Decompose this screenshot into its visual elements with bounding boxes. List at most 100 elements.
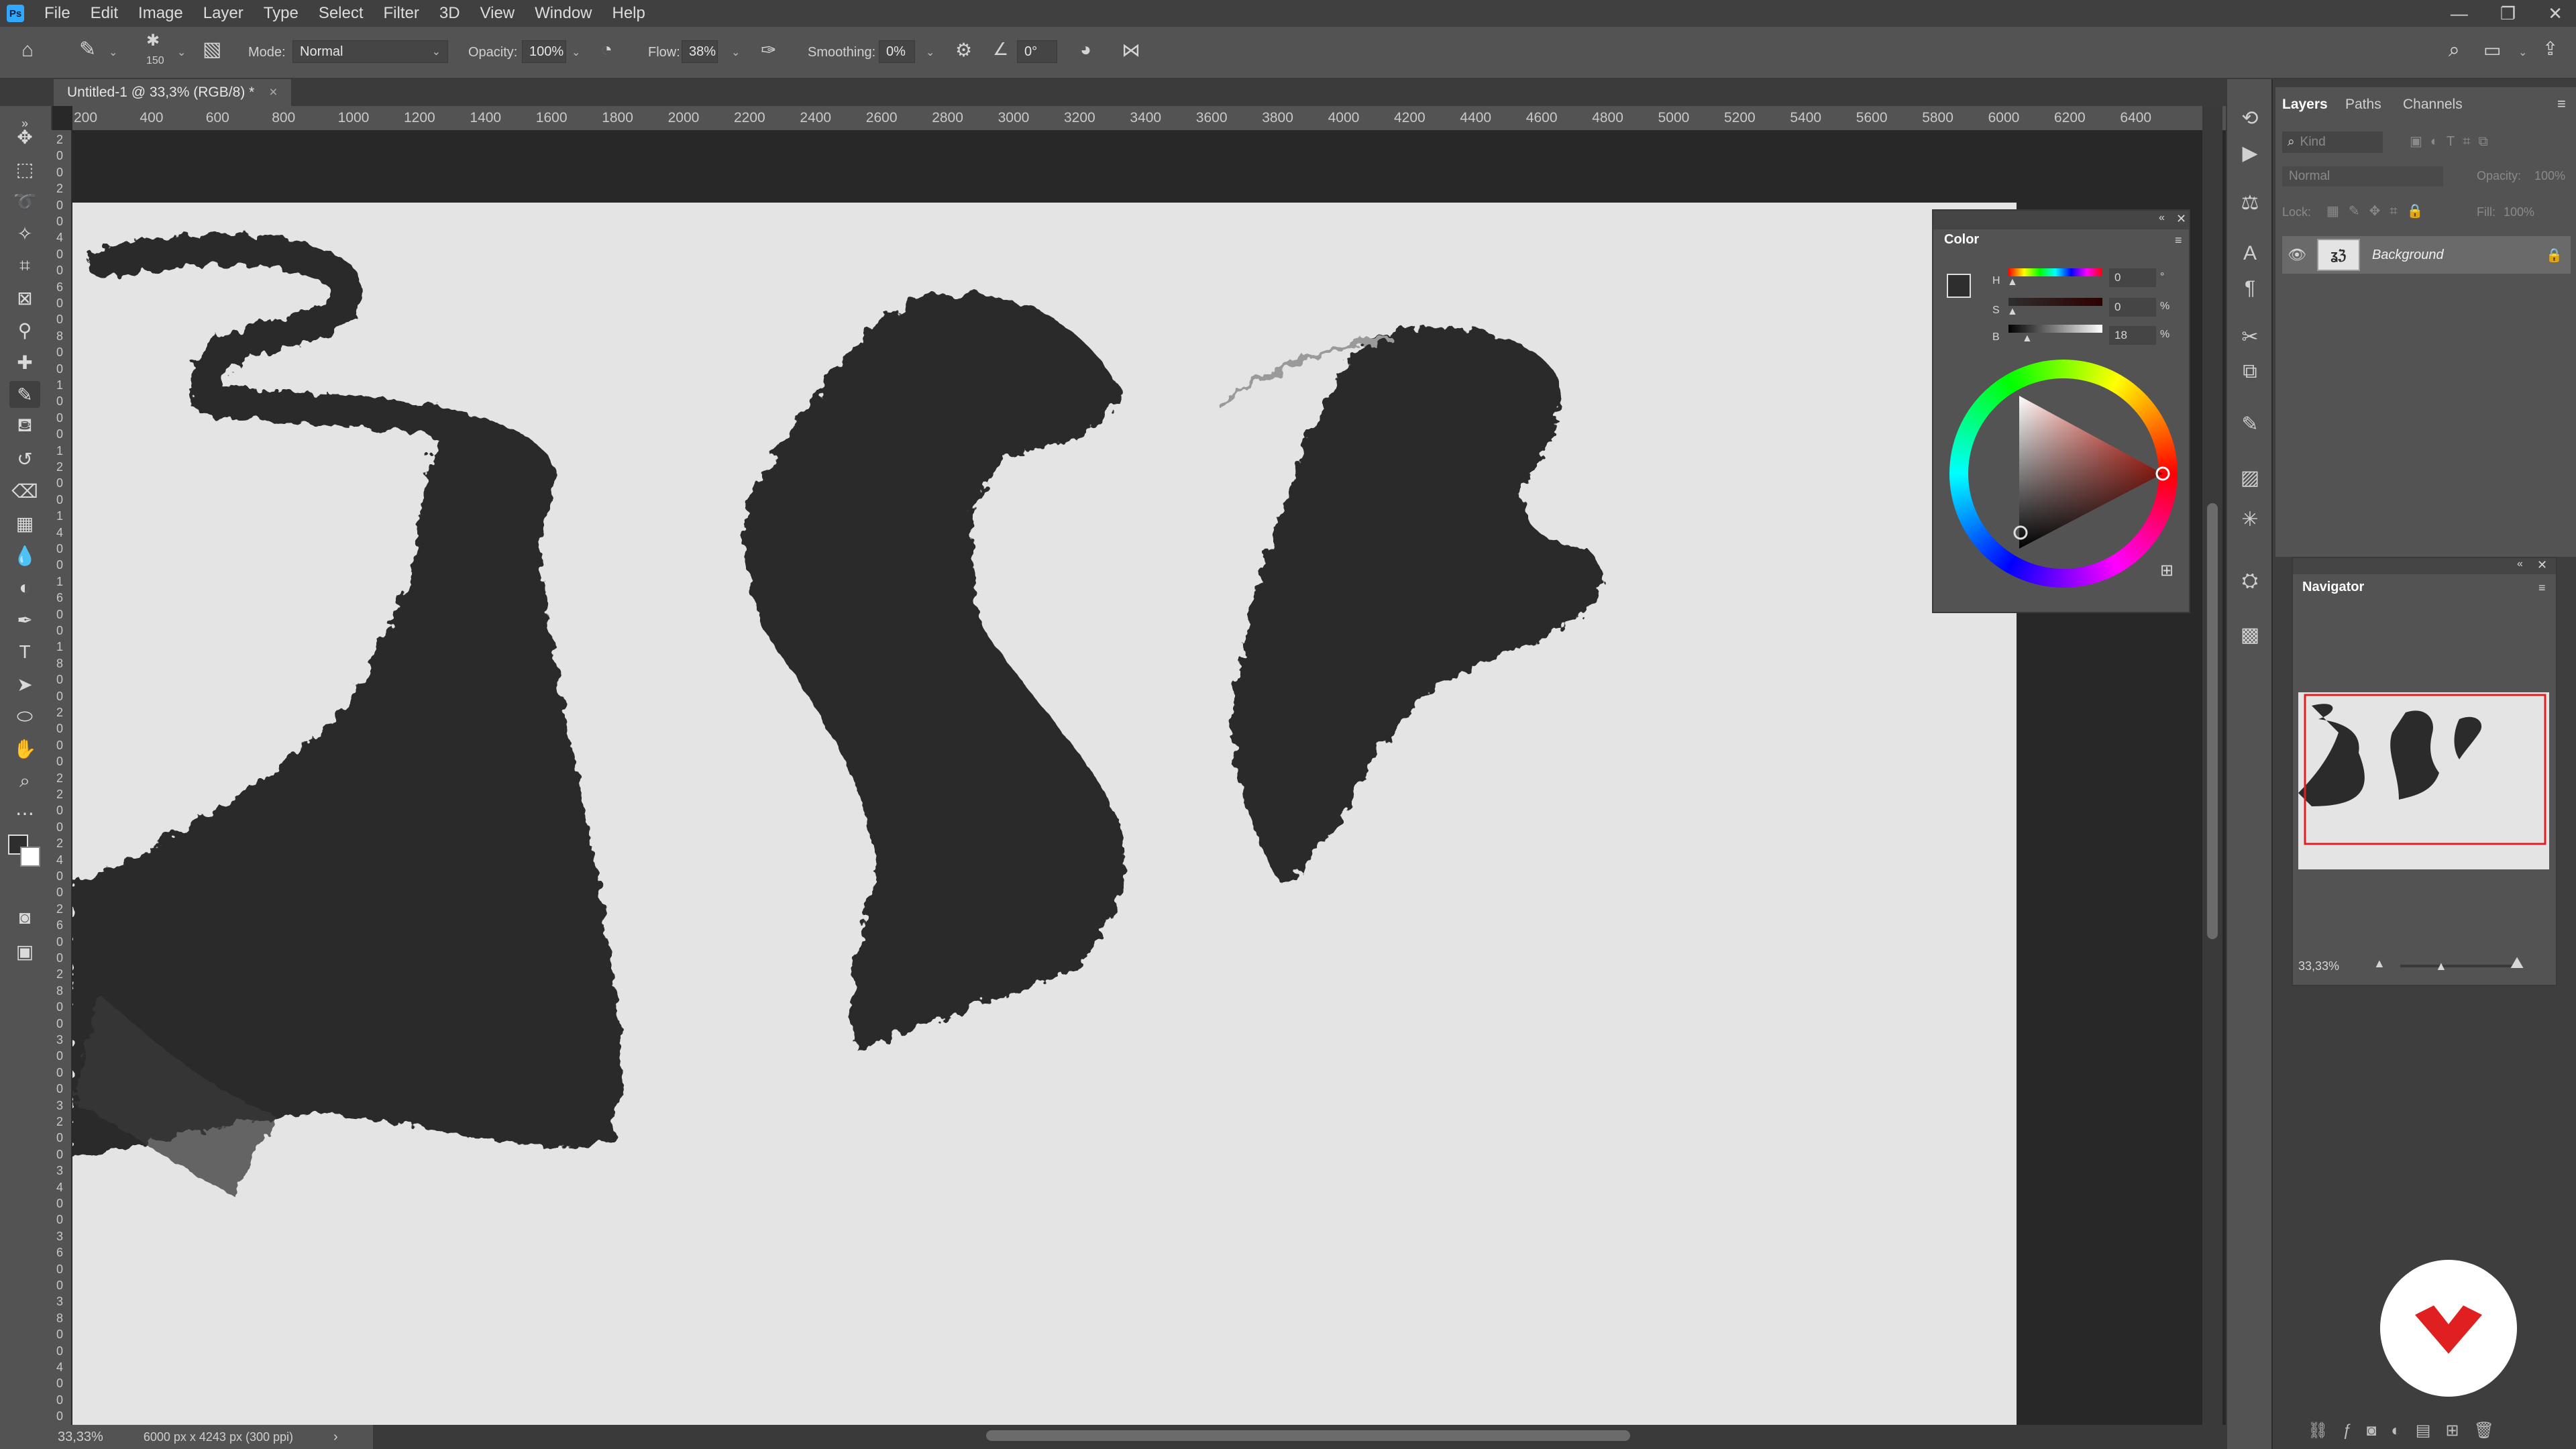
chevron-down-icon[interactable]: ⌄ — [109, 46, 117, 59]
eye-icon[interactable]: 👁 — [2288, 246, 2306, 264]
chevron-down-icon[interactable]: ⌄ — [177, 46, 186, 59]
panel-menu-icon[interactable]: ≡ — [2175, 233, 2182, 248]
adjustments-panel-icon[interactable]: ⚖ — [2237, 189, 2263, 216]
zoom-in-icon[interactable]: ⛰ — [2510, 954, 2524, 973]
expand-icon[interactable]: ⊞ — [2160, 561, 2174, 580]
menu-layer[interactable]: Layer — [203, 4, 244, 23]
more-tools-icon[interactable]: ⋯ — [9, 800, 40, 826]
collapse-icon[interactable]: « — [2159, 212, 2165, 224]
layer-filter-select[interactable]: ⌕ Kind — [2282, 131, 2383, 153]
layer-row[interactable]: 👁 ʓℨ Background 🔒 — [2282, 236, 2571, 274]
pen-tool-icon[interactable]: ✒ — [9, 606, 40, 633]
navigator-zoom[interactable]: 33,33% — [2298, 959, 2339, 973]
properties-panel-icon[interactable]: ⛭ — [2237, 568, 2263, 594]
blend-mode-select[interactable]: Normal — [2282, 166, 2443, 186]
search-icon[interactable]: ⌕ — [2449, 39, 2460, 62]
collapse-icon[interactable]: « — [2517, 558, 2523, 570]
horizontal-scrollbar-thumb[interactable] — [986, 1430, 1630, 1441]
symmetry-icon[interactable]: ⋈ — [1122, 39, 1140, 61]
chevron-down-icon[interactable]: ⌄ — [731, 46, 740, 59]
pressure-size-icon[interactable]: ◕ — [1080, 39, 1091, 60]
saturation-input[interactable]: 0 — [2109, 298, 2156, 317]
magic-wand-tool-icon[interactable]: ✧ — [9, 220, 40, 247]
layer-name[interactable]: Background — [2372, 248, 2444, 263]
vertical-scrollbar-thumb[interactable] — [2207, 503, 2218, 939]
libraries-panel-icon[interactable]: ▨ — [2237, 464, 2263, 491]
navigator-zoom-slider[interactable] — [2400, 965, 2514, 967]
tab-channels[interactable]: Channels — [2403, 97, 2463, 113]
eyedropper-tool-icon[interactable]: ⚲ — [9, 317, 40, 343]
brush-settings-icon[interactable]: ▧ — [203, 38, 221, 61]
move-tool-icon[interactable]: ✥ — [9, 123, 40, 150]
menu-3d[interactable]: 3D — [439, 4, 460, 23]
foreground-swatch[interactable] — [1947, 274, 1971, 298]
paragraph-panel-icon[interactable]: ¶ — [2237, 275, 2263, 302]
restore-icon[interactable]: ❐ — [2500, 3, 2516, 24]
glyphs-panel-icon[interactable]: ✳ — [2237, 506, 2263, 533]
chevron-down-icon[interactable]: ⌄ — [926, 46, 934, 59]
brush-settings-panel-icon[interactable]: ✎ — [2237, 411, 2263, 437]
layers-footer-icons[interactable]: ⛓ƒ◙◐▤⊞🗑 — [2308, 1421, 2509, 1440]
character-panel-icon[interactable]: A — [2237, 240, 2263, 267]
saturation-slider[interactable] — [2008, 298, 2102, 306]
dodge-tool-icon[interactable]: ◐ — [9, 574, 40, 601]
status-expand-icon[interactable]: › — [333, 1430, 338, 1445]
layer-opacity-value[interactable]: 100% — [2534, 169, 2565, 183]
clone-source-icon[interactable]: ⧉ — [2237, 358, 2263, 385]
saturation-slider-thumb[interactable]: ▲ — [2007, 306, 2018, 318]
layer-filter-icons[interactable]: ▣◐T⌗⧉ — [2410, 133, 2496, 150]
navigator-preview[interactable] — [2298, 692, 2549, 869]
clone-stamp-tool-icon[interactable]: ⛾ — [9, 413, 40, 440]
smoothing-input[interactable]: 0% — [879, 40, 915, 63]
eraser-tool-icon[interactable]: ⌫ — [9, 478, 40, 504]
healing-brush-tool-icon[interactable]: ✚ — [9, 349, 40, 376]
path-selection-tool-icon[interactable]: ➤ — [9, 671, 40, 698]
marquee-tool-icon[interactable]: ⬚ — [9, 156, 40, 182]
menu-file[interactable]: File — [44, 4, 70, 23]
color-wheel[interactable] — [1949, 360, 2178, 588]
hue-slider-thumb[interactable]: ▲ — [2007, 276, 2018, 288]
opacity-input[interactable]: 100% — [522, 40, 566, 63]
close-icon[interactable]: ✕ — [2176, 212, 2186, 226]
menu-help[interactable]: Help — [612, 4, 645, 23]
tab-layers[interactable]: Layers — [2282, 97, 2328, 113]
blur-tool-icon[interactable]: 💧 — [9, 542, 40, 569]
image-panel-icon[interactable]: ▩ — [2237, 621, 2263, 648]
menu-select[interactable]: Select — [319, 4, 364, 23]
brightness-slider[interactable] — [2008, 325, 2102, 333]
navigator-zoom-thumb[interactable]: ▲ — [2435, 959, 2447, 973]
document-tab[interactable]: Untitled-1 @ 33,3% (RGB/8) * × — [54, 79, 291, 106]
brush-tool-icon[interactable]: ✎ — [9, 381, 40, 408]
gear-icon[interactable]: ⚙ — [955, 39, 972, 61]
angle-input[interactable]: 0° — [1017, 40, 1057, 63]
zoom-out-icon[interactable]: ▲ — [2373, 957, 2385, 971]
lasso-tool-icon[interactable]: ➰ — [9, 188, 40, 215]
hue-slider[interactable] — [2008, 268, 2102, 276]
brush-preset-picker-icon[interactable]: ✱ — [146, 31, 160, 50]
hand-tool-icon[interactable]: ✋ — [9, 735, 40, 762]
gradient-tool-icon[interactable]: ▦ — [9, 510, 40, 537]
brush-tool-preset-icon[interactable]: ✎ — [79, 38, 96, 61]
menu-view[interactable]: View — [480, 4, 515, 23]
color-triangle[interactable] — [1949, 360, 2178, 588]
hue-input[interactable]: 0 — [2109, 268, 2156, 287]
tool-presets-icon[interactable]: ✂ — [2237, 323, 2263, 350]
history-brush-tool-icon[interactable]: ↺ — [9, 445, 40, 472]
lock-icons[interactable]: ▦✎✥⌗🔒 — [2326, 203, 2433, 219]
fill-value[interactable]: 100% — [2504, 205, 2534, 219]
workspace-icon[interactable]: ▭ — [2483, 39, 2501, 61]
zoom-tool-icon[interactable]: ⌕ — [9, 767, 40, 794]
share-icon[interactable]: ⇪ — [2542, 38, 2558, 60]
zoom-level[interactable]: 33,33% — [58, 1430, 103, 1445]
mode-select[interactable]: Normal ⌄ — [292, 40, 448, 63]
document-canvas[interactable] — [72, 203, 2017, 1425]
close-tab-icon[interactable]: × — [269, 85, 277, 101]
brightness-input[interactable]: 18 — [2109, 326, 2156, 345]
crop-tool-icon[interactable]: ⌗ — [9, 252, 40, 279]
close-icon[interactable]: ✕ — [2548, 3, 2563, 24]
flow-input[interactable]: 38% — [682, 40, 718, 63]
chevron-down-icon[interactable]: ⌄ — [572, 46, 580, 59]
menu-type[interactable]: Type — [264, 4, 299, 23]
tab-paths[interactable]: Paths — [2345, 97, 2381, 113]
home-icon[interactable]: ⌂ — [21, 39, 34, 62]
